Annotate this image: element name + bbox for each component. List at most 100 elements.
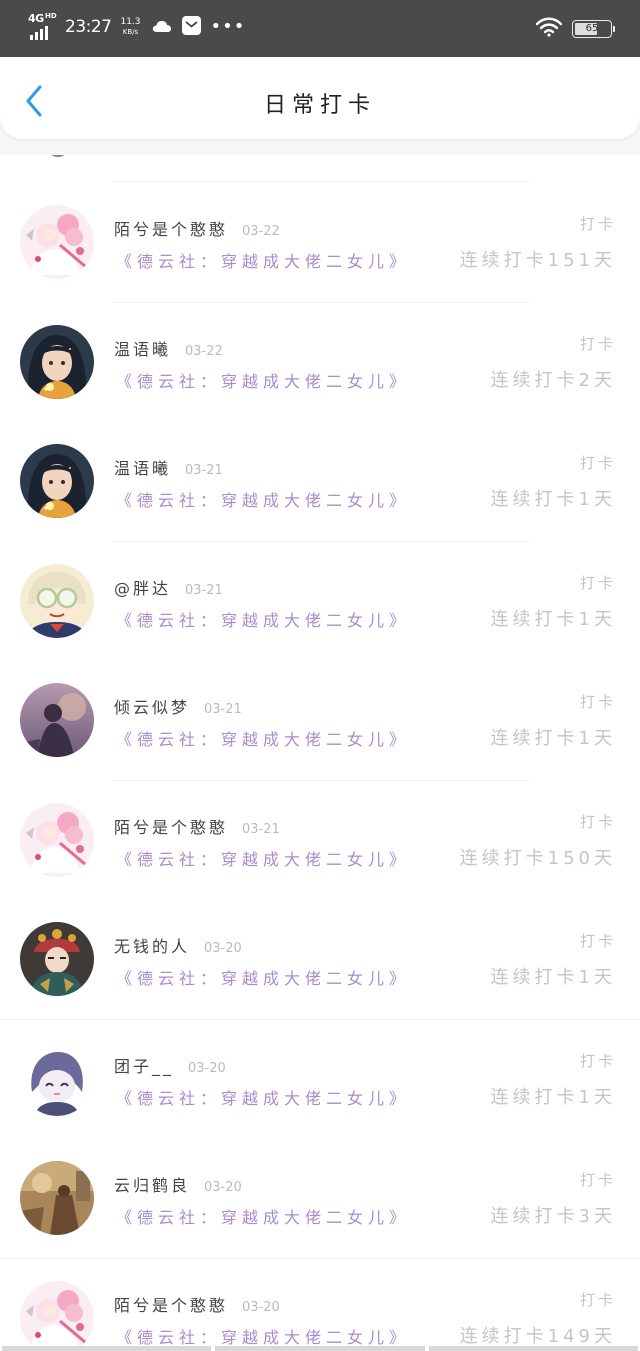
username-text[interactable]: 温语曦 bbox=[114, 459, 171, 478]
username-text[interactable]: 陌兮是个憨憨 bbox=[114, 1296, 228, 1315]
avatar[interactable] bbox=[20, 1041, 94, 1116]
checkin-date: 03-21 bbox=[185, 582, 223, 598]
checkin-action-label: 打卡 bbox=[579, 334, 616, 353]
checkin-date: 03-21 bbox=[185, 463, 223, 478]
avatar[interactable] bbox=[20, 802, 94, 877]
username[interactable]: 无钱的人 03-20 bbox=[114, 933, 242, 957]
battery-level: 65 bbox=[585, 23, 599, 34]
streak-text: 连续打卡150天 bbox=[459, 847, 616, 869]
checkin-action-label: 打卡 bbox=[579, 812, 616, 831]
book-title-link[interactable]: 《德云社：穿越成大佬二女儿》 bbox=[116, 607, 410, 631]
avatar[interactable] bbox=[20, 563, 94, 638]
network-hd: HD bbox=[45, 12, 57, 20]
checkin-row[interactable]: 云归鹤良 03-20 《德云社：穿越成大佬二女儿》 打卡连续打卡3天 bbox=[0, 1139, 640, 1259]
username-text[interactable]: 团子__ bbox=[114, 1057, 174, 1076]
book-title-link[interactable]: 《德云社：穿越成大佬二女儿》 bbox=[116, 1204, 410, 1228]
bottom-edge bbox=[0, 1346, 640, 1351]
avatar[interactable] bbox=[20, 444, 94, 518]
username-text[interactable]: 倾云似梦 bbox=[114, 698, 190, 717]
username[interactable]: 陌兮是个憨憨 03-22 bbox=[114, 216, 280, 240]
book-title-link[interactable]: 《德云社：穿越成大佬二女儿》 bbox=[116, 965, 410, 989]
checkin-date: 03-20 bbox=[204, 941, 242, 956]
more-dots-icon: ••• bbox=[210, 16, 246, 37]
page-header: 日常打卡 bbox=[0, 57, 640, 139]
username-text[interactable]: 陌兮是个憨憨 bbox=[114, 220, 228, 239]
username[interactable]: 温语曦 03-22 bbox=[114, 336, 223, 360]
wifi-icon bbox=[535, 17, 563, 41]
checkin-row[interactable]: 陌兮是个憨憨 03-21 《德云社：穿越成大佬二女儿》 打卡连续打卡150天 bbox=[0, 780, 640, 901]
book-title-link[interactable]: 《德云社：穿越成大佬二女儿》 bbox=[116, 726, 410, 750]
avatar[interactable] bbox=[20, 1280, 94, 1351]
streak-text: 连续打卡1天 bbox=[490, 489, 616, 510]
username[interactable]: 陌兮是个憨憨 03-21 bbox=[114, 814, 280, 838]
username[interactable]: 倾云似梦 03-21 bbox=[114, 694, 242, 718]
checkin-action-label: 打卡 bbox=[579, 1051, 616, 1070]
checkin-date: 03-20 bbox=[188, 1060, 226, 1076]
checkin-date: 03-20 bbox=[204, 1180, 242, 1195]
checkin-action-label: 打卡 bbox=[579, 693, 616, 711]
streak-text: 连续打卡1天 bbox=[490, 967, 616, 988]
checkin-date: 03-21 bbox=[242, 821, 280, 837]
username-text[interactable]: 无钱的人 bbox=[114, 937, 190, 956]
network-type: 4G bbox=[28, 12, 44, 25]
avatar[interactable] bbox=[20, 922, 94, 996]
book-title-link[interactable]: 《德云社：穿越成大佬二女儿》 bbox=[116, 248, 410, 272]
username-text[interactable]: @胖达 bbox=[114, 579, 171, 598]
streak-text: 连续打卡151天 bbox=[459, 250, 616, 271]
username-text[interactable]: 云归鹤良 bbox=[114, 1176, 190, 1195]
checkin-action-label: 打卡 bbox=[579, 573, 616, 592]
streak-text: 连续打卡149天 bbox=[459, 1325, 616, 1347]
checkin-action-label: 打卡 bbox=[579, 932, 616, 950]
avatar[interactable] bbox=[20, 683, 94, 757]
username-text[interactable]: 陌兮是个憨憨 bbox=[114, 818, 228, 837]
checkin-row[interactable]: @胖达 03-21 《德云社：穿越成大佬二女儿》 打卡连续打卡1天 bbox=[0, 541, 640, 662]
book-title-link[interactable]: 《德云社：穿越成大佬二女儿》 bbox=[116, 368, 410, 392]
username[interactable]: 陌兮是个憨憨 03-20 bbox=[114, 1292, 280, 1316]
streak-text: 连续打卡2天 bbox=[490, 369, 616, 391]
book-title-link[interactable]: 《德云社：穿越成大佬二女儿》 bbox=[116, 1324, 410, 1348]
status-right: 65 bbox=[535, 17, 615, 41]
checkin-action-label: 打卡 bbox=[579, 1290, 616, 1309]
username[interactable]: 温语曦 03-21 bbox=[114, 455, 223, 479]
checkin-date: 03-21 bbox=[204, 702, 242, 717]
username-text[interactable]: 温语曦 bbox=[114, 340, 171, 359]
book-title-link[interactable]: 《德云社：穿越成大佬二女儿》 bbox=[116, 487, 410, 511]
page-title: 日常打卡 bbox=[263, 93, 376, 118]
checkin-row[interactable]: 倾云似梦 03-21 《德云社：穿越成大佬二女儿》 打卡连续打卡1天 bbox=[0, 661, 640, 781]
username[interactable]: @胖达 03-21 bbox=[114, 575, 223, 599]
network-speed: 11.3 KB/s bbox=[120, 17, 142, 37]
partial-list-item bbox=[0, 155, 640, 183]
checkin-row[interactable]: 团子__ 03-20 《德云社：穿越成大佬二女儿》 打卡连续打卡1天 bbox=[0, 1019, 640, 1140]
checkin-row[interactable]: 无钱的人 03-20 《德云社：穿越成大佬二女儿》 打卡连续打卡1天 bbox=[0, 900, 640, 1020]
battery-icon: 65 bbox=[572, 20, 615, 38]
checkin-row[interactable]: 陌兮是个憨憨 03-22 《德云社：穿越成大佬二女儿》 打卡连续打卡151天 bbox=[0, 183, 640, 303]
username[interactable]: 团子__ 03-20 bbox=[114, 1053, 226, 1077]
checkin-row[interactable]: 温语曦 03-21 《德云社：穿越成大佬二女儿》 打卡连续打卡1天 bbox=[0, 422, 640, 542]
checkin-list[interactable]: 陌兮是个憨憨 03-22 《德云社：穿越成大佬二女儿》 打卡 连续打卡151天 温语曦 03… bbox=[0, 155, 640, 1351]
clock: 23:27 bbox=[65, 17, 112, 37]
checkin-action-label: 打卡 bbox=[579, 215, 616, 233]
username[interactable]: 云归鹤良 03-20 bbox=[114, 1172, 242, 1196]
streak-text: 连续打卡1天 bbox=[490, 608, 616, 630]
signal-bars-icon: 4G HD bbox=[28, 13, 58, 41]
status-left: 4G HD 23:27 11.3 KB/s ••• bbox=[28, 12, 245, 42]
streak-text: 连续打卡1天 bbox=[490, 1086, 616, 1108]
book-title-link[interactable]: 《德云社：穿越成大佬二女儿》 bbox=[116, 846, 410, 870]
cloud-icon bbox=[152, 18, 172, 37]
streak-text: 连续打卡3天 bbox=[490, 1206, 616, 1227]
checkin-action-label: 打卡 bbox=[579, 454, 616, 472]
checkin-action-label: 打卡 bbox=[579, 1171, 616, 1189]
avatar[interactable] bbox=[20, 205, 94, 279]
mail-icon bbox=[181, 15, 201, 39]
streak-text: 连续打卡1天 bbox=[490, 728, 616, 749]
avatar[interactable] bbox=[20, 1161, 94, 1235]
book-title-link[interactable]: 《德云社：穿越成大佬二女儿》 bbox=[116, 1085, 410, 1109]
checkin-date: 03-20 bbox=[242, 1299, 280, 1315]
avatar[interactable] bbox=[20, 324, 94, 399]
checkin-row[interactable]: 陌兮是个憨憨 03-20 《德云社：穿越成大佬二女儿》 打卡连续打卡149天 bbox=[0, 1258, 640, 1351]
checkin-date: 03-22 bbox=[242, 224, 280, 239]
speed-unit: KB/s bbox=[122, 28, 139, 36]
checkin-date: 03-22 bbox=[185, 343, 223, 359]
status-bar: 4G HD 23:27 11.3 KB/s ••• 65 bbox=[0, 0, 640, 57]
checkin-row[interactable]: 温语曦 03-22 《德云社：穿越成大佬二女儿》 打卡连续打卡2天 bbox=[0, 302, 640, 423]
